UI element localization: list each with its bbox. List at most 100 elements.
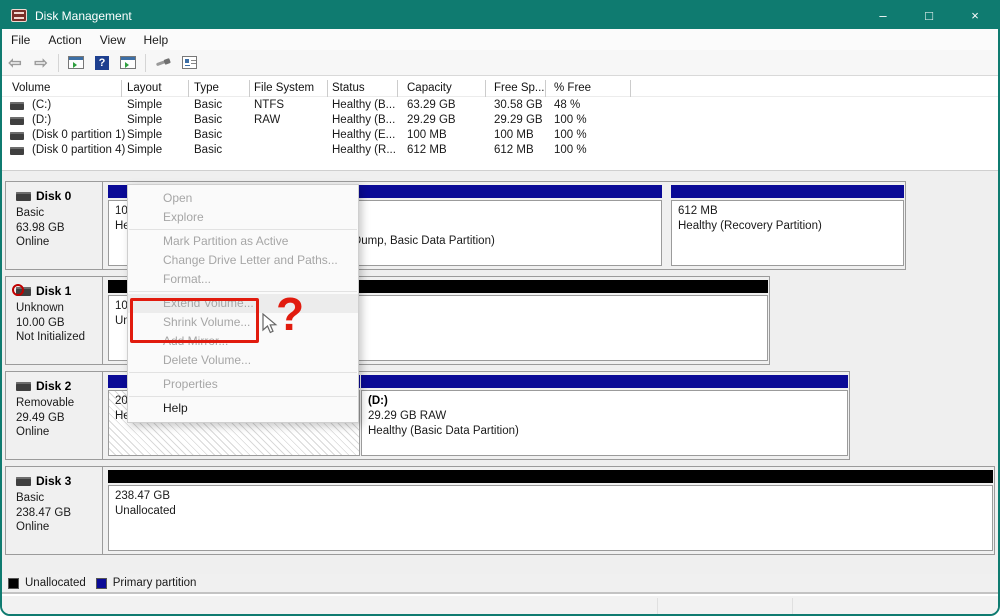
- disk-status: Not Initialized: [16, 330, 96, 345]
- menu-view[interactable]: View: [91, 31, 135, 49]
- disk-2-label[interactable]: Disk 2 Removable 29.49 GB Online: [6, 372, 103, 459]
- partition-disk0-recovery[interactable]: 612 MB Healthy (Recovery Partition): [671, 185, 904, 268]
- context-menu-item-open[interactable]: Open: [128, 189, 358, 208]
- disk-status: Online: [16, 425, 96, 440]
- volume-name: (Disk 0 partition 1): [32, 129, 125, 141]
- partition-bar: [108, 470, 993, 483]
- volume-free: 29.29 GB: [494, 114, 543, 126]
- help-button[interactable]: ?: [90, 52, 114, 74]
- volume-name: (D:): [32, 114, 51, 126]
- disk-status: Online: [16, 235, 96, 250]
- console-tree-button[interactable]: [64, 52, 88, 74]
- partition-disk3-unallocated[interactable]: 238.47 GB Unallocated: [108, 470, 993, 553]
- menu-help[interactable]: Help: [135, 31, 178, 49]
- col-layout[interactable]: Layout: [127, 82, 162, 94]
- context-menu-item-mark-active[interactable]: Mark Partition as Active: [128, 232, 358, 251]
- disk-type: Basic: [16, 491, 96, 506]
- question-mark-annotation: ?: [276, 287, 304, 341]
- volume-pct-free: 48 %: [554, 99, 580, 111]
- forward-icon: ⇨: [34, 53, 47, 73]
- context-menu-separator: [129, 291, 357, 292]
- volume-icon: [10, 102, 24, 110]
- col-pct-free[interactable]: % Free: [554, 82, 591, 94]
- minimize-button[interactable]: –: [860, 2, 906, 29]
- disk-name: Disk 0: [36, 189, 71, 203]
- unknown-disk-icon: [16, 287, 31, 296]
- col-free-space[interactable]: Free Sp...: [494, 82, 545, 94]
- volume-status: Healthy (B...: [332, 99, 395, 111]
- context-menu-item-explore[interactable]: Explore: [128, 208, 358, 227]
- context-menu-item-delete-volume[interactable]: Delete Volume...: [128, 351, 358, 370]
- volume-pct-free: 100 %: [554, 114, 587, 126]
- volume-name: (Disk 0 partition 4): [32, 144, 125, 156]
- disk-size: 29.49 GB: [16, 411, 96, 426]
- col-volume[interactable]: Volume: [12, 82, 50, 94]
- volume-icon: [10, 132, 24, 140]
- toolbar: ⇦ ⇨ ?: [2, 50, 998, 76]
- context-menu-item-format[interactable]: Format...: [128, 270, 358, 289]
- disk-0-label[interactable]: Disk 0 Basic 63.98 GB Online: [6, 182, 103, 269]
- context-menu-item-change-letter[interactable]: Change Drive Letter and Paths...: [128, 251, 358, 270]
- volume-row-partition1[interactable]: (Disk 0 partition 1) Simple Basic Health…: [2, 128, 998, 143]
- context-menu-separator: [129, 396, 357, 397]
- disk-icon: [16, 382, 31, 391]
- legend: Unallocated Primary partition: [2, 574, 998, 594]
- disk-management-window: Disk Management – □ × File Action View H…: [0, 0, 1000, 616]
- col-type[interactable]: Type: [194, 82, 219, 94]
- volume-pct-free: 100 %: [554, 144, 587, 156]
- maximize-button[interactable]: □: [906, 2, 952, 29]
- volume-type: Basic: [194, 99, 222, 111]
- disk-icon: [16, 192, 31, 201]
- disk-row-3: Disk 3 Basic 238.47 GB Online 238.47 GB …: [5, 466, 995, 555]
- volume-type: Basic: [194, 144, 222, 156]
- volume-row-d[interactable]: (D:) Simple Basic RAW Healthy (B... 29.2…: [2, 113, 998, 128]
- app-icon: [11, 9, 27, 22]
- show-hide-button[interactable]: [116, 52, 140, 74]
- volume-row-partition4[interactable]: (Disk 0 partition 4) Simple Basic Health…: [2, 143, 998, 158]
- show-hide-icon: [120, 56, 136, 69]
- properties-button[interactable]: [177, 52, 201, 74]
- titlebar: Disk Management – □ ×: [2, 2, 998, 29]
- volume-name: (C:): [32, 99, 51, 111]
- disk-1-label[interactable]: Disk 1 Unknown 10.00 GB Not Initialized: [6, 277, 103, 364]
- volume-layout: Simple: [127, 129, 162, 141]
- disk-3-label[interactable]: Disk 3 Basic 238.47 GB Online: [6, 467, 103, 554]
- unallocated-swatch: [8, 578, 19, 589]
- disk-type: Basic: [16, 206, 96, 221]
- disk-status: Online: [16, 520, 96, 535]
- col-capacity[interactable]: Capacity: [407, 82, 452, 94]
- col-filesystem[interactable]: File System: [254, 82, 314, 94]
- toolbar-separator: [145, 54, 146, 72]
- disk-size: 63.98 GB: [16, 221, 96, 236]
- volume-free: 612 MB: [494, 144, 534, 156]
- properties-icon: [182, 56, 197, 69]
- forward-button[interactable]: ⇨: [29, 52, 53, 74]
- legend-unallocated-label: Unallocated: [25, 577, 86, 589]
- partition-disk2-d[interactable]: (D:) 29.29 GB RAW Healthy (Basic Data Pa…: [361, 375, 848, 458]
- refresh-button[interactable]: [151, 52, 175, 74]
- disk-name: Disk 3: [36, 474, 71, 488]
- close-button[interactable]: ×: [952, 2, 998, 29]
- mouse-cursor: [262, 313, 278, 335]
- volume-row-c[interactable]: (C:) Simple Basic NTFS Healthy (B... 63.…: [2, 98, 998, 113]
- context-menu-item-help[interactable]: Help: [128, 399, 358, 418]
- disk-name: Disk 2: [36, 379, 71, 393]
- partition-bar: [361, 375, 848, 388]
- context-menu-item-properties[interactable]: Properties: [128, 375, 358, 394]
- back-button[interactable]: ⇦: [3, 52, 27, 74]
- menubar: File Action View Help: [2, 29, 998, 50]
- menu-file[interactable]: File: [2, 31, 39, 49]
- volume-capacity: 29.29 GB: [407, 114, 456, 126]
- volume-capacity: 612 MB: [407, 144, 447, 156]
- help-icon: ?: [95, 56, 109, 70]
- volume-type: Basic: [194, 114, 222, 126]
- volume-status: Healthy (R...: [332, 144, 395, 156]
- volume-capacity: 100 MB: [407, 129, 447, 141]
- partition-bar: [671, 185, 904, 198]
- context-menu-separator: [129, 229, 357, 230]
- col-status[interactable]: Status: [332, 82, 365, 94]
- volume-icon: [10, 147, 24, 155]
- menu-action[interactable]: Action: [39, 31, 90, 49]
- primary-partition-swatch: [96, 578, 107, 589]
- volume-free: 30.58 GB: [494, 99, 543, 111]
